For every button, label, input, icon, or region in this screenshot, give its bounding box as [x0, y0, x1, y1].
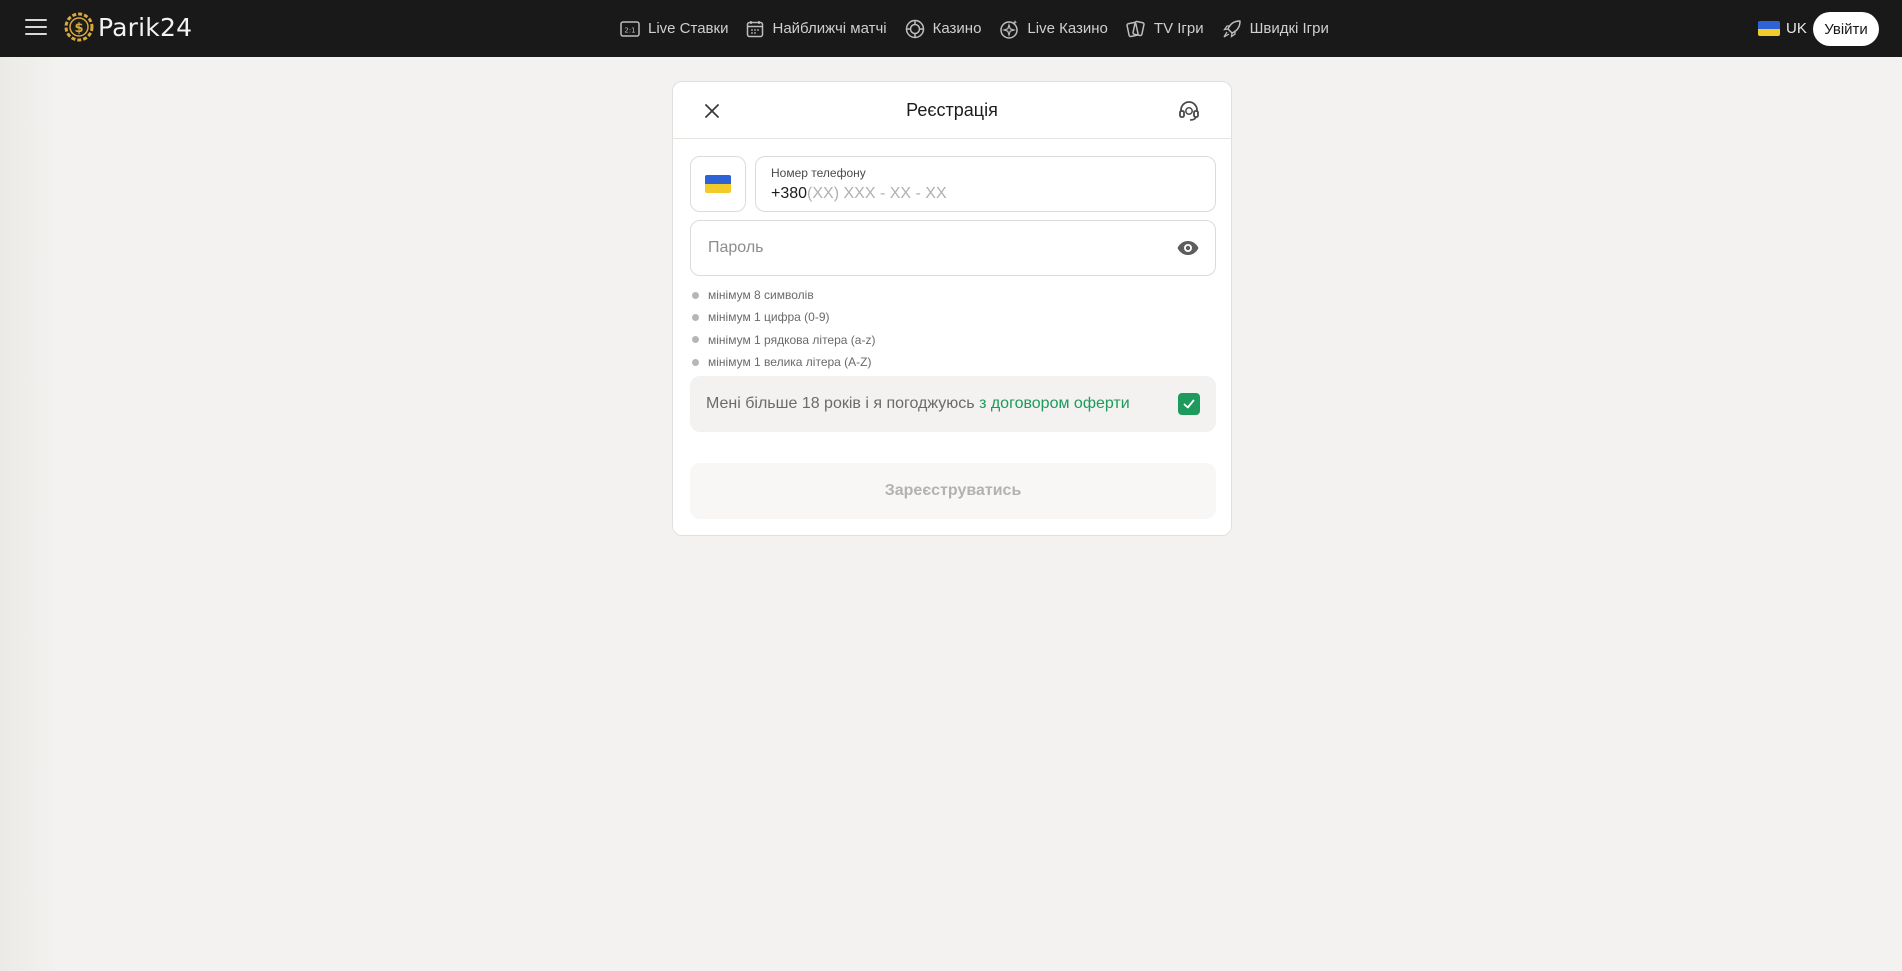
nav-item-casino[interactable]: Казино	[905, 19, 982, 39]
support-headset-icon[interactable]	[1177, 99, 1201, 123]
nav-item-tv-games[interactable]: TV Ігри	[1126, 19, 1204, 39]
nav-item-fast-games[interactable]: Швидкі Ігри	[1222, 19, 1329, 39]
nav-label: Казино	[932, 20, 982, 37]
registration-modal: Реєстрація Номер телефону +380(XX) XXX -…	[672, 81, 1232, 536]
password-input[interactable]	[706, 238, 1176, 258]
password-rules: мінімум 8 символів мінімум 1 цифра (0-9)…	[692, 284, 875, 373]
menu-icon[interactable]	[25, 19, 47, 37]
ukraine-flag-icon	[705, 175, 731, 193]
nav-item-upcoming-matches[interactable]: Найближчі матчі	[746, 20, 887, 38]
phone-prefix: +380	[771, 185, 808, 202]
nav-label: Live Казино	[1027, 20, 1108, 37]
nav-item-live-casino[interactable]: Live Казино	[999, 19, 1108, 39]
phone-label: Номер телефону	[771, 166, 866, 180]
phone-row: Номер телефону +380(XX) XXX - XX - XX	[690, 156, 1216, 212]
live-casino-icon	[1000, 19, 1019, 39]
live-bets-icon: 2:1	[620, 20, 640, 37]
password-rule: мінімум 1 велика літера (A-Z)	[692, 351, 875, 373]
modal-title: Реєстрація	[906, 99, 998, 120]
calendar-icon	[747, 20, 764, 37]
logo-coin-icon: $	[64, 12, 94, 42]
top-header: $ Parik24 2:1 Live Ставки Найближчі матч…	[0, 0, 1902, 57]
ukraine-flag-icon	[1758, 21, 1780, 36]
language-code: UK	[1786, 20, 1807, 37]
consent-text: Мені більше 18 років і я погоджуюсь з до…	[706, 395, 1130, 412]
phone-mask: (XX) XXX - XX - XX	[807, 185, 947, 202]
rocket-icon	[1222, 19, 1241, 38]
close-icon[interactable]	[703, 102, 721, 120]
login-button[interactable]: Увійти	[1813, 12, 1879, 46]
nav-label: Швидкі Ігри	[1249, 20, 1329, 37]
password-rule: мінімум 1 рядкова літера (a-z)	[692, 329, 875, 351]
logo[interactable]: $ Parik24	[64, 12, 192, 42]
svg-text:2:1: 2:1	[624, 26, 635, 34]
password-rule: мінімум 1 цифра (0-9)	[692, 306, 875, 328]
age-consent: Мені більше 18 років і я погоджуюсь з до…	[690, 376, 1216, 432]
casino-chip-icon	[905, 19, 924, 38]
nav-label: Live Ставки	[648, 20, 729, 37]
nav-item-live-bets[interactable]: 2:1 Live Ставки	[620, 20, 728, 37]
nav-label: TV Ігри	[1153, 20, 1204, 37]
register-button[interactable]: Зареєструватись	[690, 463, 1216, 519]
eye-icon[interactable]	[1176, 236, 1200, 260]
phone-input[interactable]: Номер телефону +380(XX) XXX - XX - XX	[755, 156, 1216, 212]
main-nav: 2:1 Live Ставки Найближчі матчі Казино L…	[620, 0, 1329, 57]
language-selector[interactable]: UK	[1758, 20, 1807, 37]
nav-label: Найближчі матчі	[772, 20, 887, 37]
logo-text: Parik24	[98, 12, 193, 42]
modal-header: Реєстрація	[673, 82, 1231, 139]
svg-text:$: $	[74, 21, 83, 36]
country-code-selector[interactable]	[690, 156, 746, 212]
page-background-shade	[0, 57, 60, 971]
phone-value: +380(XX) XXX - XX - XX	[771, 185, 1200, 203]
tv-games-cards-icon	[1126, 20, 1145, 37]
password-field	[690, 220, 1216, 276]
offer-agreement-link[interactable]: з договором оферти	[979, 395, 1130, 412]
consent-checkbox[interactable]	[1178, 393, 1200, 415]
password-rule: мінімум 8 символів	[692, 284, 875, 306]
checkmark-icon	[1183, 399, 1195, 409]
